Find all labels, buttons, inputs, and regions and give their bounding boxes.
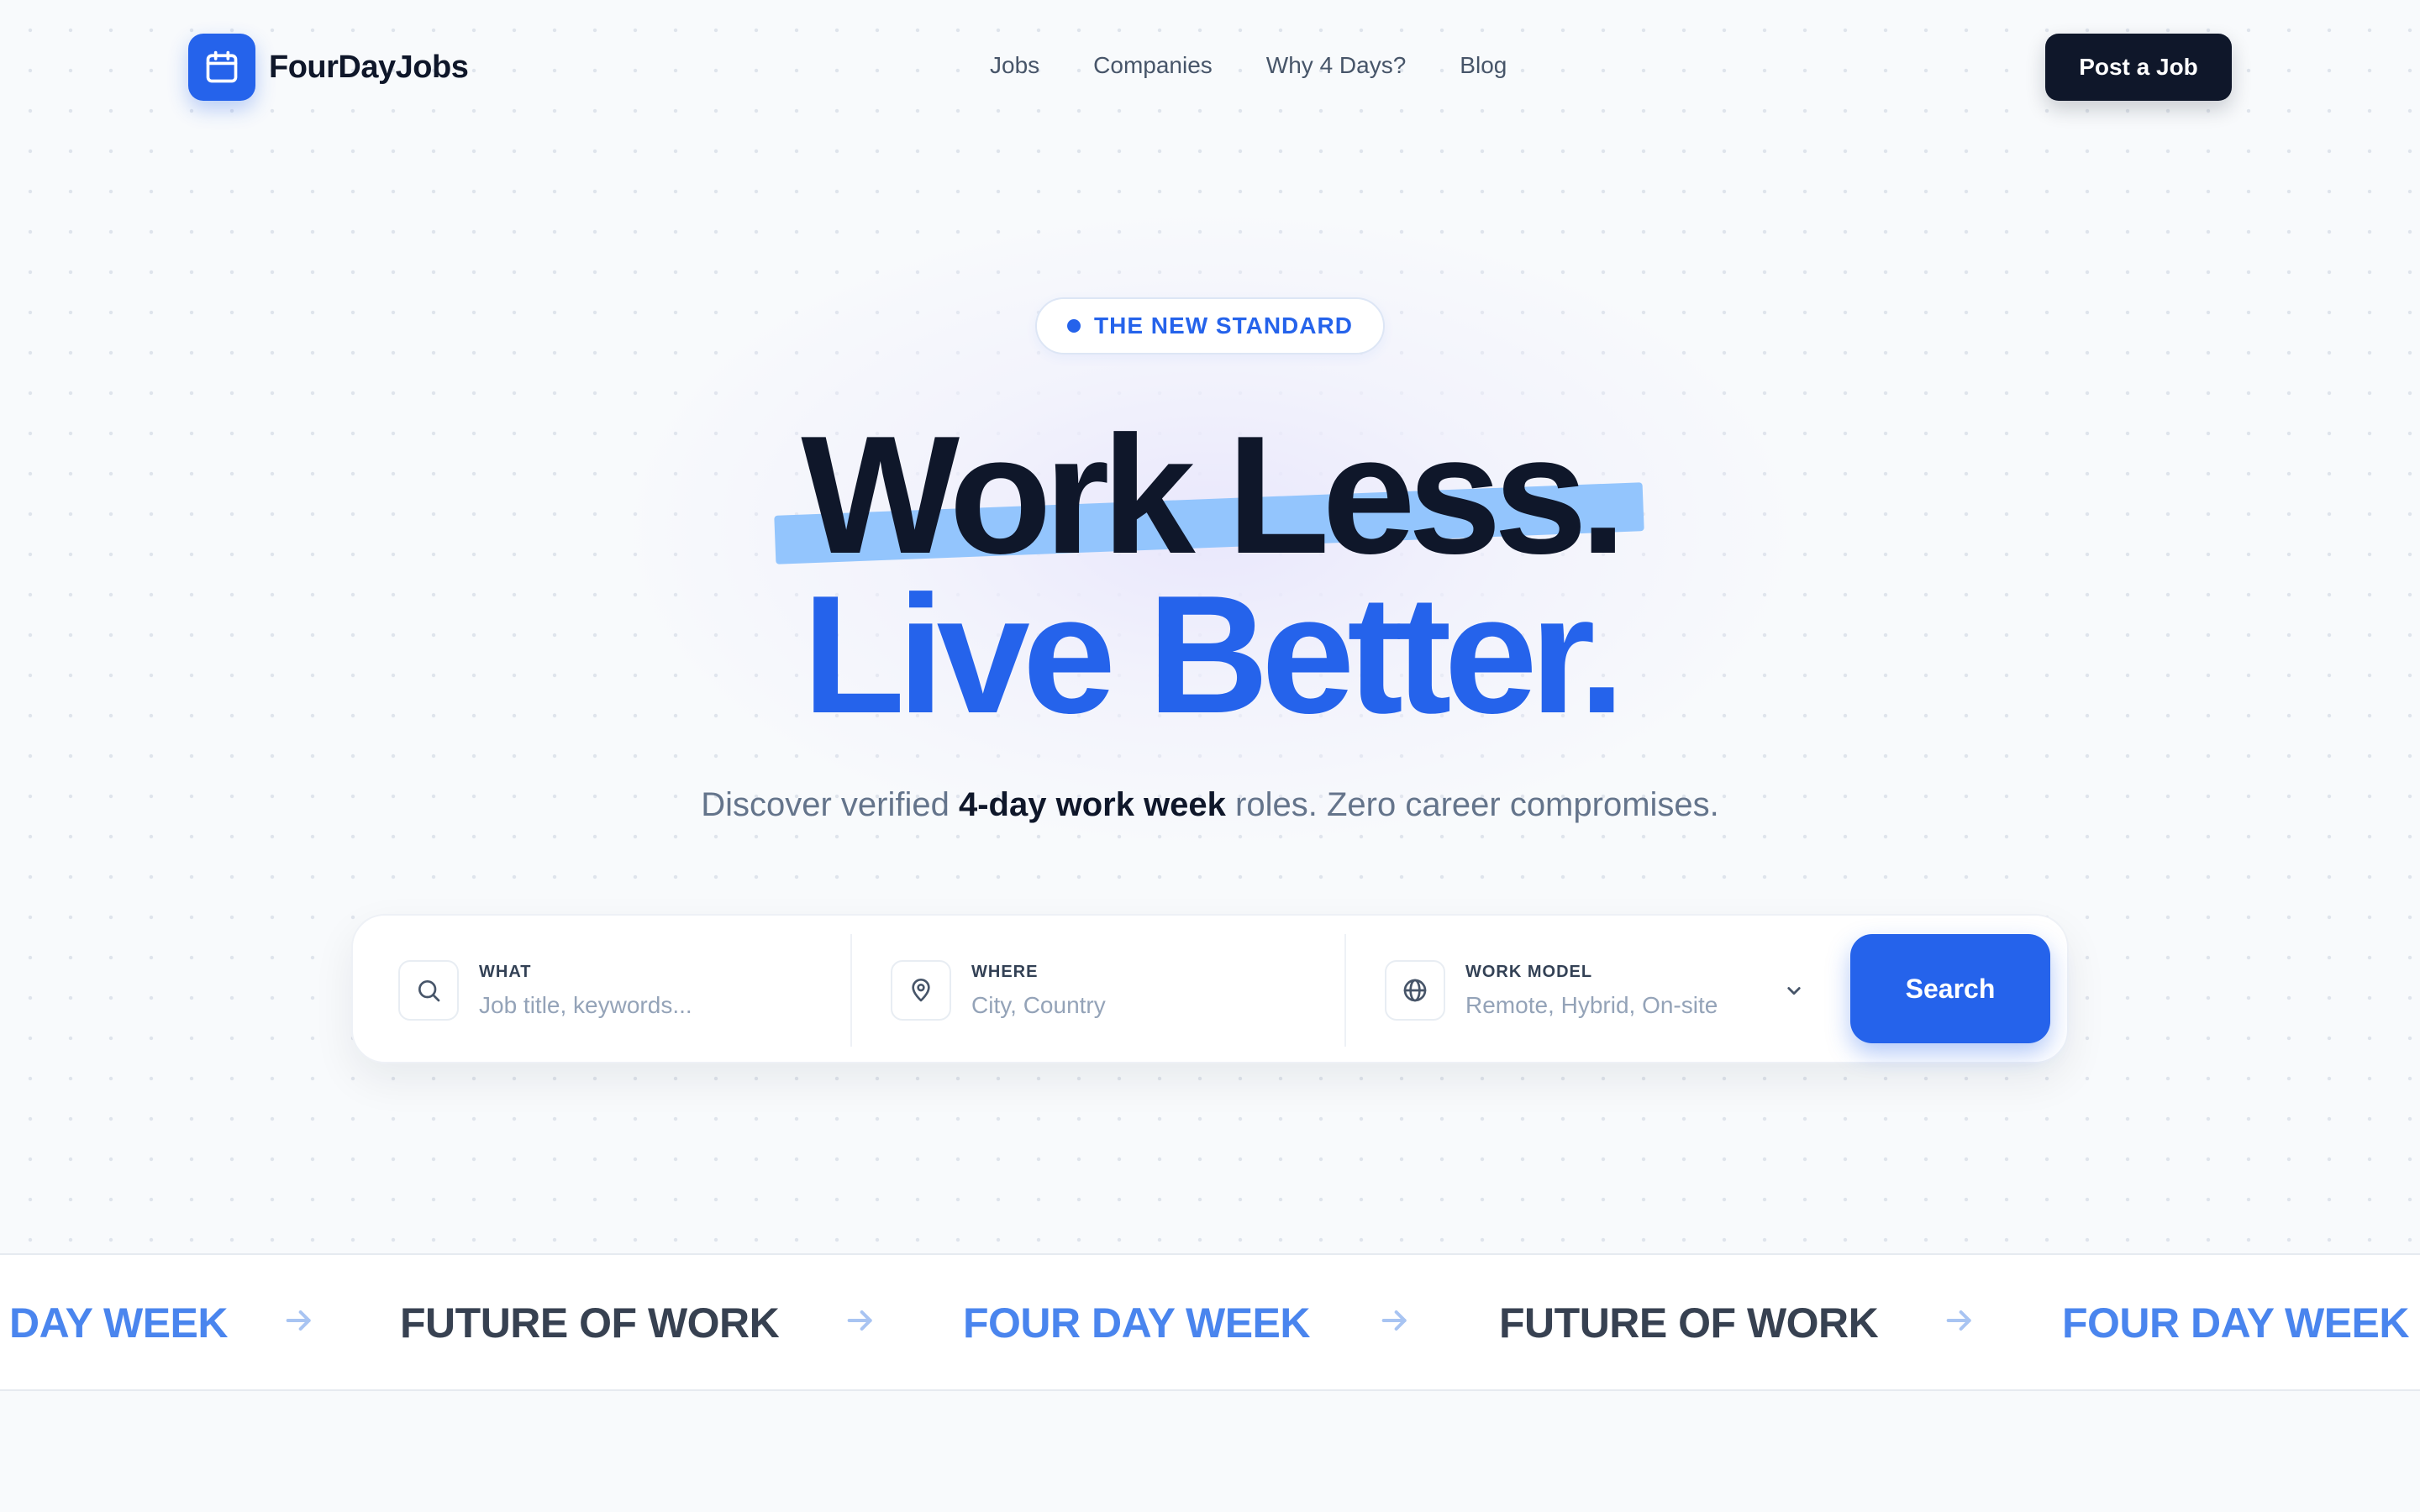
- search-divider: [1344, 934, 1346, 1047]
- what-label: WHAT: [479, 962, 532, 981]
- where-field[interactable]: WHERE: [891, 916, 1336, 1065]
- where-label: WHERE: [971, 962, 1039, 981]
- what-field[interactable]: WHAT: [398, 916, 844, 1065]
- nav-link-why-4-days[interactable]: Why 4 Days?: [1266, 52, 1407, 79]
- work-model-value: Remote, Hybrid, On-site: [1465, 991, 1718, 1018]
- arrow-right-icon: [847, 1310, 872, 1331]
- search-divider: [850, 934, 852, 1047]
- headline-line-2: Live Better.: [802, 561, 1625, 748]
- nav-link-jobs[interactable]: Jobs: [990, 52, 1039, 79]
- subtitle-text-after: roles. Zero career compromises.: [1225, 786, 1719, 823]
- what-input[interactable]: [479, 991, 815, 1019]
- marquee-item: FUTURE OF WORK: [1499, 1299, 1879, 1347]
- arrow-right-icon: [1946, 1310, 1971, 1331]
- marquee-item: FUTURE OF WORK: [400, 1299, 780, 1347]
- top-nav: FourDayJobs Jobs Companies Why 4 Days? B…: [0, 0, 2420, 134]
- search-bar: WHAT WHERE WORK MODEL Remote, Hybrid, On…: [351, 914, 2069, 1063]
- chevron-down-icon[interactable]: [1781, 978, 1807, 1003]
- subtitle-text-before: Discover verified: [701, 786, 959, 823]
- arrow-right-icon: [286, 1310, 311, 1331]
- subtitle-bold: 4-day work week: [958, 786, 1226, 823]
- map-pin-icon: [891, 960, 951, 1021]
- search-icon: [398, 960, 459, 1021]
- work-model-label: WORK MODEL: [1465, 962, 1593, 981]
- nav-links: Jobs Companies Why 4 Days? Blog: [990, 52, 1507, 79]
- marquee-item: FOUR DAY WEEK: [963, 1299, 1311, 1347]
- globe-icon: [1385, 960, 1445, 1021]
- marquee-item: FOUR DAY WEEK: [2062, 1299, 2410, 1347]
- nav-link-blog[interactable]: Blog: [1460, 52, 1507, 79]
- marquee-band: FOUR DAY WEEK FUTURE OF WORK FOUR DAY WE…: [0, 1253, 2420, 1391]
- where-input[interactable]: [971, 991, 1307, 1019]
- hero-subtitle: Discover verified 4-day work week roles.…: [0, 786, 2420, 824]
- badge-dot: [1067, 319, 1081, 333]
- post-a-job-button[interactable]: Post a Job: [2045, 34, 2232, 101]
- marquee-item: FOUR DAY WEEK: [0, 1299, 229, 1347]
- search-button[interactable]: Search: [1850, 934, 2050, 1043]
- brand-logo[interactable]: FourDayJobs: [188, 34, 469, 101]
- nav-link-companies[interactable]: Companies: [1093, 52, 1213, 79]
- arrow-right-icon: [1381, 1310, 1407, 1331]
- page-bottom: [0, 1391, 2420, 1512]
- brand-name: FourDayJobs: [269, 49, 469, 85]
- badge-text: THE NEW STANDARD: [1094, 312, 1353, 339]
- headline-line-1: Work Less.: [801, 402, 1626, 589]
- hero-badge: THE NEW STANDARD: [1035, 297, 1385, 354]
- calendar-icon: [188, 34, 255, 101]
